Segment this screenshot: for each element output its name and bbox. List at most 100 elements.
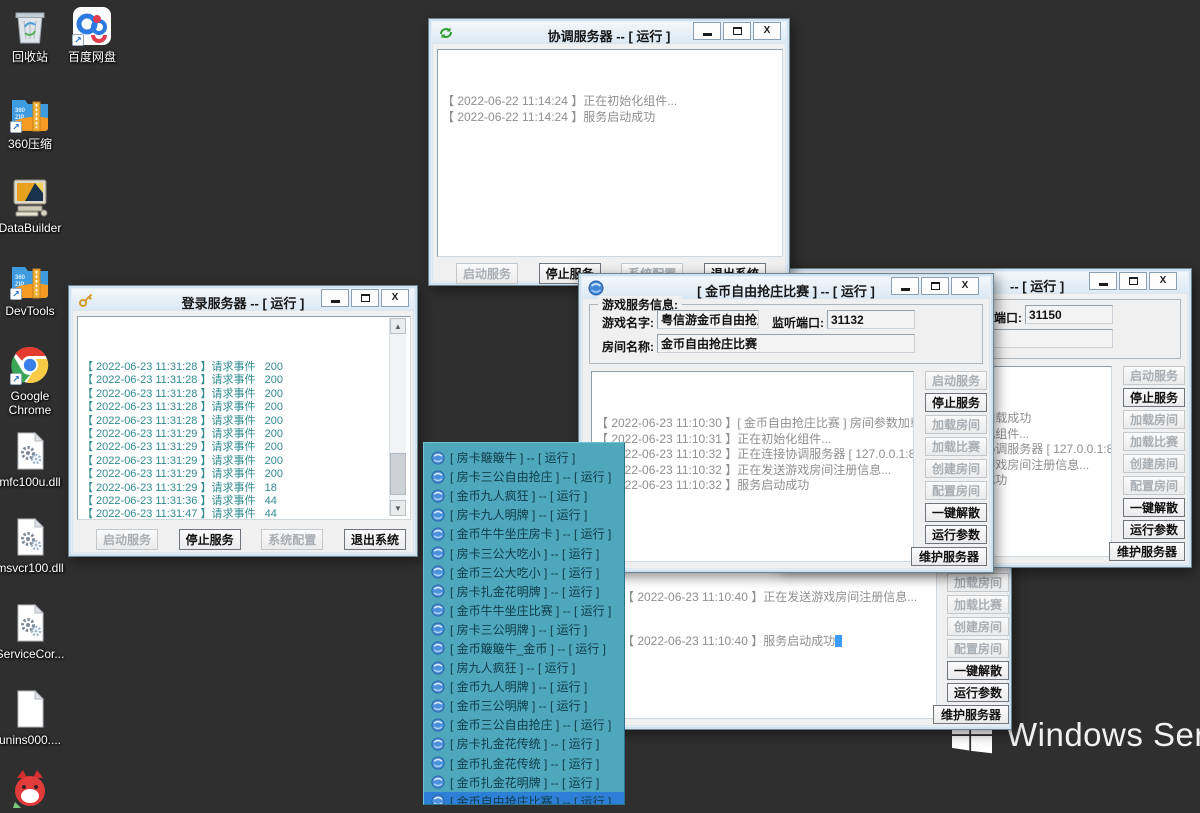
- window-list-item[interactable]: [ 金币牛牛坐庄房卡 ] -- [ 运行 ]: [424, 524, 624, 543]
- scroll-down-icon[interactable]: ▼: [390, 500, 406, 516]
- desktop-icon-baidu-netdisk[interactable]: ↗ 百度网盘: [50, 5, 134, 64]
- action-button[interactable]: 启动服务: [456, 263, 518, 284]
- maximize-button[interactable]: [921, 277, 949, 295]
- maximize-button[interactable]: [723, 22, 751, 40]
- window-list-item-label: [ 房卡簸簸牛 ] -- [ 运行 ]: [450, 449, 575, 466]
- desktop-icon-servicecor[interactable]: ServiceCor...: [0, 602, 72, 661]
- desktop-icon-databuilder[interactable]: DataBuilder: [0, 176, 72, 235]
- window-list-item[interactable]: [ 房卡扎金花明牌 ] -- [ 运行 ]: [424, 582, 624, 601]
- window-list-item[interactable]: [ 金币三公大吃小 ] -- [ 运行 ]: [424, 563, 624, 582]
- action-button[interactable]: 停止服务: [179, 529, 241, 550]
- side-button[interactable]: 启动服务: [1123, 366, 1185, 385]
- window-list-item[interactable]: [ 金币牛牛坐庄比赛 ] -- [ 运行 ]: [424, 601, 624, 620]
- window-list-item[interactable]: [ 金币扎金花明牌 ] -- [ 运行 ]: [424, 773, 624, 792]
- side-button[interactable]: 一键解散: [1123, 498, 1185, 517]
- side-button[interactable]: 配置房间: [947, 639, 1009, 658]
- desktop-icon-devtools[interactable]: 360ZIP ↗ DevTools: [0, 259, 72, 318]
- log-box[interactable]: 【 2022-06-23 11:31:28 】请求事件 200【 2022-06…: [77, 316, 411, 520]
- window-list-item[interactable]: [ 金币扎金花传统 ] -- [ 运行 ]: [424, 754, 624, 773]
- window-list-item[interactable]: [ 房卡扎金花传统 ] -- [ 运行 ]: [424, 734, 624, 753]
- side-button[interactable]: 维护服务器: [911, 547, 987, 566]
- window-list-item-label: [ 房卡九人明牌 ] -- [ 运行 ]: [450, 506, 587, 523]
- desktop-icon-360zip[interactable]: 360ZIP ↗ 360压缩: [0, 92, 72, 151]
- side-button[interactable]: 运行参数: [947, 683, 1009, 702]
- window-list-item[interactable]: [ 金币簸簸牛_金币 ] -- [ 运行 ]: [424, 639, 624, 658]
- maximize-button[interactable]: [351, 289, 379, 307]
- minimize-button[interactable]: [321, 289, 349, 307]
- window-list-item[interactable]: [ 金币三公自由抢庄 ] -- [ 运行 ]: [424, 715, 624, 734]
- desktop-icon-mfc100u-dll[interactable]: mfc100u.dll: [0, 430, 72, 489]
- side-button[interactable]: 维护服务器: [933, 705, 1009, 724]
- window-list-item[interactable]: [ 房卡三公自由抢庄 ] -- [ 运行 ]: [424, 467, 624, 486]
- desktop-icon-label: DataBuilder: [0, 221, 72, 235]
- log-box[interactable]: 【 2022-06-23 11:10:30 】[ 金币自由抢庄比赛 ] 房间参数…: [591, 371, 914, 562]
- action-button[interactable]: 退出系统: [344, 529, 406, 550]
- maximize-button[interactable]: [1119, 272, 1147, 290]
- window-list-item[interactable]: [ 房九人疯狂 ] -- [ 运行 ]: [424, 658, 624, 677]
- side-button[interactable]: 加载比赛: [947, 595, 1009, 614]
- side-button[interactable]: 停止服务: [1123, 388, 1185, 407]
- sphere-icon: [431, 718, 445, 732]
- port-field[interactable]: 31132: [827, 310, 915, 329]
- window-list-item[interactable]: [ 金币九人疯狂 ] -- [ 运行 ]: [424, 486, 624, 505]
- window-list-item[interactable]: [ 金币三公明牌 ] -- [ 运行 ]: [424, 696, 624, 715]
- desktop-icon-mascot[interactable]: [0, 768, 72, 810]
- close-button[interactable]: X: [1149, 272, 1177, 290]
- window-list-item[interactable]: [ 房卡三公明牌 ] -- [ 运行 ]: [424, 620, 624, 639]
- side-button[interactable]: 创建房间: [1123, 454, 1185, 473]
- side-button[interactable]: 停止服务: [925, 393, 987, 412]
- side-button[interactable]: 运行参数: [925, 525, 987, 544]
- game-name-field[interactable]: 粤信游金币自由抢庄: [657, 310, 759, 329]
- sphere-icon: [431, 680, 445, 694]
- action-button[interactable]: 系统配置: [261, 529, 323, 550]
- shortcut-arrow-icon: ↗: [10, 373, 22, 385]
- side-button[interactable]: 配置房间: [925, 481, 987, 500]
- minimize-button[interactable]: [693, 22, 721, 40]
- window-list-item[interactable]: [ 金币九人明牌 ] -- [ 运行 ]: [424, 677, 624, 696]
- port-field[interactable]: 31150: [1025, 305, 1113, 324]
- log-line: 【 2022-06-23 11:31:28 】请求事件 200: [82, 415, 390, 428]
- desktop-icon-label: msvcr100.dll: [0, 561, 72, 575]
- watermark-text: Windows Serv: [1006, 716, 1200, 754]
- svg-text:360: 360: [15, 275, 26, 281]
- desktop-icon-label: ServiceCor...: [0, 647, 72, 661]
- close-button[interactable]: X: [951, 277, 979, 295]
- minimize-button[interactable]: [1089, 272, 1117, 290]
- side-button[interactable]: 维护服务器: [1109, 542, 1185, 561]
- close-icon: X: [764, 26, 771, 36]
- sphere-icon: [431, 603, 445, 617]
- side-button[interactable]: 加载房间: [925, 415, 987, 434]
- scrollbar[interactable]: ▲ ▼: [389, 318, 406, 516]
- window-list-item[interactable]: [ 金币自由抢庄比赛 ] -- [ 运行 ]: [424, 792, 624, 805]
- side-button[interactable]: 启动服务: [925, 371, 987, 390]
- side-button[interactable]: 一键解散: [925, 503, 987, 522]
- side-button[interactable]: 加载比赛: [925, 437, 987, 456]
- side-button[interactable]: 一键解散: [947, 661, 1009, 680]
- log-box[interactable]: 【 2022-06-22 11:14:24 】正在初始化组件...【 2022-…: [437, 49, 783, 257]
- desktop-icon-label: DevTools: [0, 304, 72, 318]
- side-button[interactable]: 配置房间: [1123, 476, 1185, 495]
- action-button[interactable]: 启动服务: [96, 529, 158, 550]
- room-name-field[interactable]: 金币自由抢庄比赛: [657, 334, 915, 353]
- side-button[interactable]: 创建房间: [947, 617, 1009, 636]
- side-button[interactable]: 运行参数: [1123, 520, 1185, 539]
- side-button[interactable]: 创建房间: [925, 459, 987, 478]
- desktop-icon-unins000[interactable]: unins000....: [0, 688, 72, 747]
- side-button[interactable]: 加载房间: [1123, 410, 1185, 429]
- close-button[interactable]: X: [753, 22, 781, 40]
- desktop-icon-google-chrome[interactable]: ↗ Google Chrome: [0, 344, 72, 417]
- minimize-button[interactable]: [891, 277, 919, 295]
- log-line: 【 2022-06-23 11:10:32 】正在连接协调服务器 [ 127.0…: [596, 447, 909, 463]
- close-button[interactable]: X: [381, 289, 409, 307]
- desktop-icon-msvcr100-dll[interactable]: msvcr100.dll: [0, 516, 72, 575]
- scroll-up-icon[interactable]: ▲: [390, 318, 406, 334]
- window-list-item[interactable]: [ 房卡九人明牌 ] -- [ 运行 ]: [424, 505, 624, 524]
- side-button[interactable]: 加载比赛: [1123, 432, 1185, 451]
- window-list-item-label: [ 金币簸簸牛_金币 ] -- [ 运行 ]: [450, 640, 606, 657]
- sphere-icon: [431, 756, 445, 770]
- scrollbar-thumb[interactable]: [390, 453, 406, 495]
- window-list-item[interactable]: [ 房卡三公大吃小 ] -- [ 运行 ]: [424, 543, 624, 562]
- side-button[interactable]: 加载房间: [947, 573, 1009, 592]
- window-list-item-label: [ 金币九人疯狂 ] -- [ 运行 ]: [450, 487, 587, 504]
- window-list-item[interactable]: [ 房卡簸簸牛 ] -- [ 运行 ]: [424, 448, 624, 467]
